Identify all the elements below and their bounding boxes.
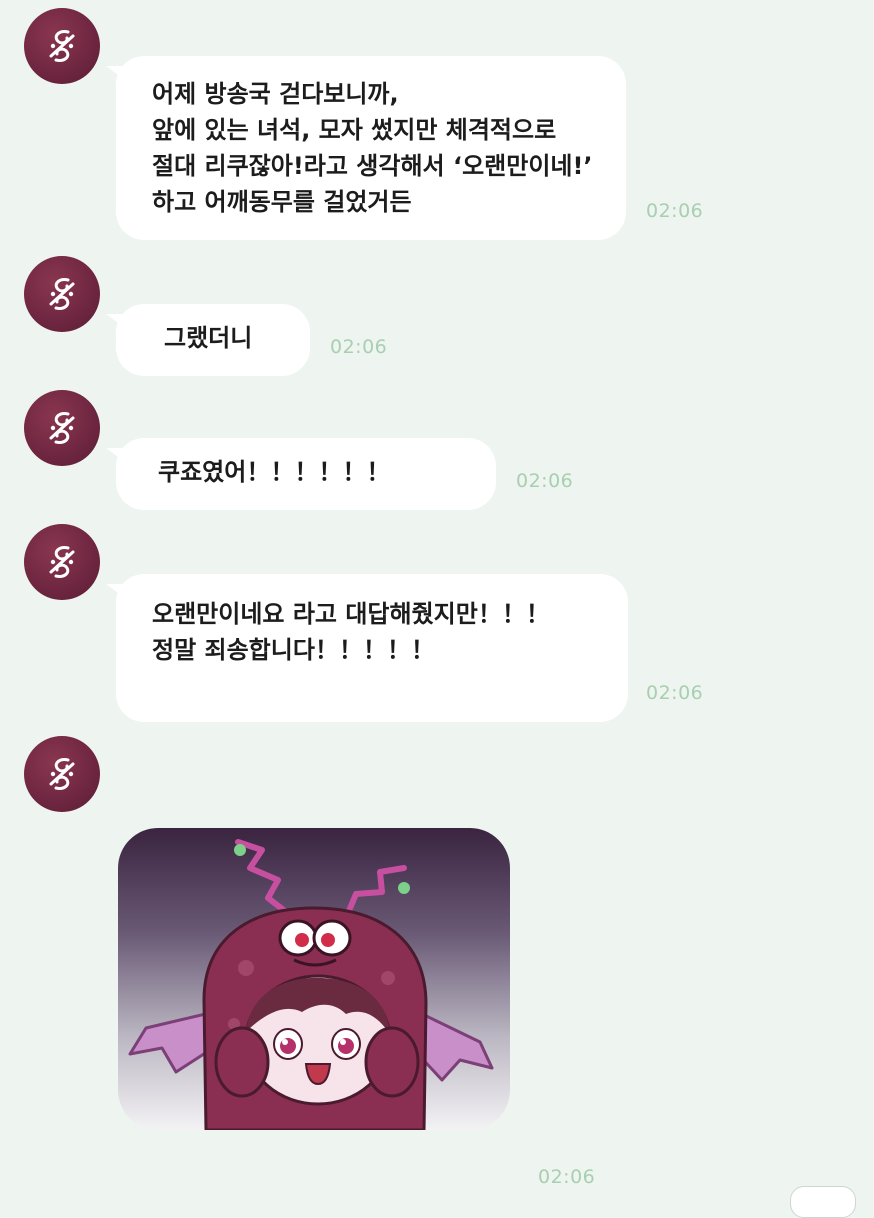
message-text-line: 오랜만이네요 라고 대답해줬지만！！！ — [152, 600, 550, 628]
message-text-line: 그랬더니 — [164, 324, 253, 352]
message-text-line: 정말 죄송합니다！！！！！ — [152, 636, 435, 664]
message-bubble[interactable]: 그랬더니 — [106, 304, 310, 376]
message-timestamp: 02:06 — [646, 682, 704, 704]
sticker-image[interactable] — [118, 828, 510, 1130]
sender-avatar[interactable] — [24, 736, 100, 812]
message-timestamp: 02:06 — [646, 200, 704, 222]
message-bubble[interactable]: 오랜만이네요 라고 대답해줬지만！！！ 정말 죄송합니다！！！！！ — [106, 574, 628, 722]
sender-avatar[interactable] — [24, 256, 100, 332]
sender-avatar[interactable] — [24, 524, 100, 600]
sender-avatar[interactable] — [24, 8, 100, 84]
message-timestamp: 02:06 — [516, 470, 574, 492]
message-text-line: 절대 리쿠잖아!라고 생각해서 ‘오랜만이네!’ — [152, 152, 593, 180]
chat-message-list[interactable]: 어제 방송국 걷다보니까, 앞에 있는 녀석, 모자 썼지만 체격적으로 절대 … — [0, 0, 874, 1218]
sender-avatar[interactable] — [24, 390, 100, 466]
message-timestamp: 02:06 — [330, 336, 388, 358]
music-note-logo-icon — [49, 278, 75, 310]
music-note-logo-icon — [49, 412, 75, 444]
message-bubble[interactable]: 쿠죠였어！！！！！！ — [106, 438, 496, 510]
music-note-logo-icon — [49, 30, 75, 62]
music-note-logo-icon — [49, 546, 75, 578]
message-text-line: 어제 방송국 걷다보니까, — [152, 80, 399, 108]
scroll-to-bottom-button[interactable] — [790, 1186, 856, 1218]
message-timestamp: 02:06 — [538, 1166, 596, 1188]
message-text-line: 하고 어깨동무를 걸었거든 — [152, 188, 412, 216]
message-bubble[interactable]: 어제 방송국 걷다보니까, 앞에 있는 녀석, 모자 썼지만 체격적으로 절대 … — [106, 56, 626, 240]
music-note-logo-icon — [49, 758, 75, 790]
message-text-line: 쿠죠였어！！！！！！ — [158, 458, 391, 486]
message-text-line: 앞에 있는 녀석, 모자 썼지만 체격적으로 — [152, 116, 557, 144]
hooded-monster-character-sticker — [128, 839, 494, 1130]
